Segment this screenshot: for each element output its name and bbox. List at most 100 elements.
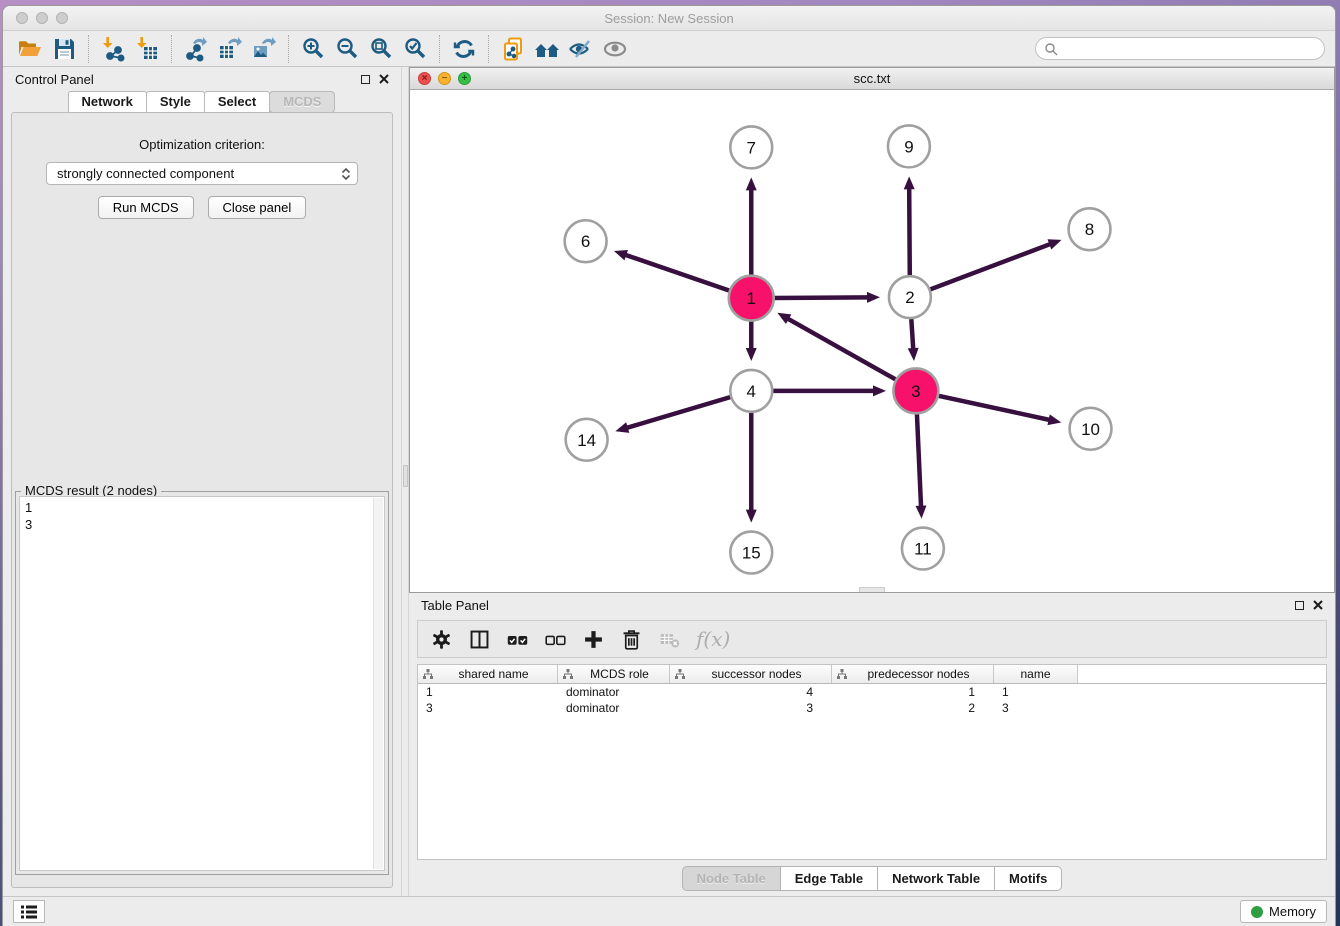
float-panel-icon[interactable] (1295, 601, 1304, 610)
criterion-select[interactable]: strongly connected component (46, 162, 358, 185)
app-window: Session: New Session (2, 5, 1336, 926)
table-row[interactable]: 3dominator323 (418, 700, 1326, 716)
tab-node-table[interactable]: Node Table (682, 866, 781, 891)
eye-icon[interactable] (598, 34, 632, 64)
float-panel-icon[interactable] (361, 75, 370, 84)
import-table-icon[interactable] (130, 34, 164, 64)
table-cell[interactable]: 4 (670, 685, 832, 699)
close-panel-button[interactable]: Close panel (208, 196, 307, 219)
tab-select[interactable]: Select (204, 91, 270, 113)
mcds-panel: Optimization criterion: strongly connect… (11, 112, 393, 888)
houses-icon[interactable] (530, 34, 564, 64)
splitter-grip[interactable] (403, 465, 408, 487)
table-tabs-row: Node TableEdge TableNetwork TableMotifs (409, 860, 1335, 896)
close-panel-icon[interactable] (379, 74, 389, 84)
node-label: 15 (742, 544, 761, 563)
tab-motifs[interactable]: Motifs (995, 866, 1062, 891)
edge-2-9[interactable] (909, 187, 910, 275)
table-header-row: shared nameMCDS rolesuccessor nodesprede… (418, 665, 1326, 684)
deselect-all-icon[interactable] (544, 628, 567, 651)
edge-arrowhead (904, 176, 915, 189)
table-cell[interactable]: 1 (832, 685, 994, 699)
tab-network[interactable]: Network (68, 91, 147, 113)
close-panel-icon[interactable] (1313, 600, 1323, 610)
result-line: 3 (25, 516, 370, 533)
table-cell[interactable]: dominator (558, 701, 670, 715)
split-view-icon[interactable] (468, 628, 491, 651)
memory-label: Memory (1269, 904, 1316, 919)
node-label: 7 (747, 138, 756, 157)
network-canvas[interactable]: 7968124314101511 (410, 90, 1334, 592)
export-network-icon[interactable] (179, 34, 213, 64)
edge-2-3[interactable] (911, 319, 913, 350)
tab-network-table[interactable]: Network Table (878, 866, 995, 891)
export-table-icon[interactable] (213, 34, 247, 64)
edge-1-6[interactable] (624, 255, 730, 291)
toolbar-separator (439, 35, 440, 63)
horizontal-splitter-grip[interactable] (859, 587, 885, 592)
edge-4-14[interactable] (626, 397, 730, 428)
run-mcds-button[interactable]: Run MCDS (98, 196, 194, 219)
trash-icon[interactable] (620, 628, 643, 651)
table-cell[interactable]: 2 (832, 701, 994, 715)
import-network-icon[interactable] (96, 34, 130, 64)
mcds-result-text[interactable]: 13 (19, 496, 385, 871)
table-cell[interactable]: dominator (558, 685, 670, 699)
table-cell[interactable]: 3 (994, 701, 1078, 715)
edge-3-11[interactable] (917, 413, 921, 508)
edge-1-2[interactable] (773, 297, 869, 298)
column-header-successor-nodes[interactable]: successor nodes (670, 665, 832, 683)
vertical-splitter[interactable] (401, 67, 409, 896)
edge-3-10[interactable] (937, 396, 1050, 421)
select-all-icon[interactable] (506, 628, 529, 651)
delete-table-icon (658, 628, 681, 651)
result-scrollbar[interactable] (373, 498, 383, 869)
node-label: 4 (747, 382, 756, 401)
column-header-predecessor-nodes[interactable]: predecessor nodes (832, 665, 994, 683)
network-title: scc.txt (410, 71, 1334, 86)
memory-button[interactable]: Memory (1240, 900, 1327, 923)
column-header-label: name (998, 667, 1073, 681)
zoom-out-icon[interactable] (330, 34, 364, 64)
edge-arrowhead (615, 422, 629, 433)
export-image-icon[interactable] (247, 34, 281, 64)
tab-mcds[interactable]: MCDS (269, 91, 335, 113)
table-cell[interactable]: 1 (418, 685, 558, 699)
clone-network-icon[interactable] (496, 34, 530, 64)
chevron-up-down-icon (341, 167, 351, 181)
node-label: 1 (747, 289, 756, 308)
table-body: 1dominator4113dominator323 (418, 684, 1326, 716)
refresh-icon[interactable] (447, 34, 481, 64)
zoom-in-icon[interactable] (296, 34, 330, 64)
save-icon[interactable] (47, 34, 81, 64)
toolbar-separator (88, 35, 89, 63)
zoom-fit-icon[interactable] (364, 34, 398, 64)
control-panel-header: Control Panel (3, 67, 401, 91)
task-list-button[interactable] (13, 900, 45, 923)
hierarchy-icon (562, 668, 574, 680)
network-titlebar: × − + scc.txt (410, 68, 1334, 90)
tab-edge-table[interactable]: Edge Table (781, 866, 878, 891)
open-folder-icon[interactable] (13, 34, 47, 64)
zoom-selected-icon[interactable] (398, 34, 432, 64)
table-cell[interactable]: 3 (418, 701, 558, 715)
column-header-MCDS-role[interactable]: MCDS role (558, 665, 670, 683)
memory-status-icon (1251, 906, 1263, 918)
table-cell[interactable]: 1 (994, 685, 1078, 699)
edge-arrowhead (908, 348, 919, 361)
network-window: × − + scc.txt 7968124314101511 (409, 67, 1335, 593)
gear-icon[interactable] (430, 628, 453, 651)
edge-3-1[interactable] (787, 318, 897, 380)
column-header-shared-name[interactable]: shared name (418, 665, 558, 683)
control-panel-tabs: NetworkStyleSelectMCDS (3, 91, 401, 113)
table-row[interactable]: 1dominator411 (418, 684, 1326, 700)
search-input[interactable] (1063, 41, 1316, 56)
column-header-name[interactable]: name (994, 665, 1078, 683)
add-icon[interactable] (582, 628, 605, 651)
hierarchy-icon (674, 668, 686, 680)
tab-style[interactable]: Style (146, 91, 205, 113)
eye-slash-icon[interactable] (564, 34, 598, 64)
table-cell[interactable]: 3 (670, 701, 832, 715)
edge-2-8[interactable] (930, 244, 1051, 290)
control-panel-title: Control Panel (15, 72, 361, 87)
